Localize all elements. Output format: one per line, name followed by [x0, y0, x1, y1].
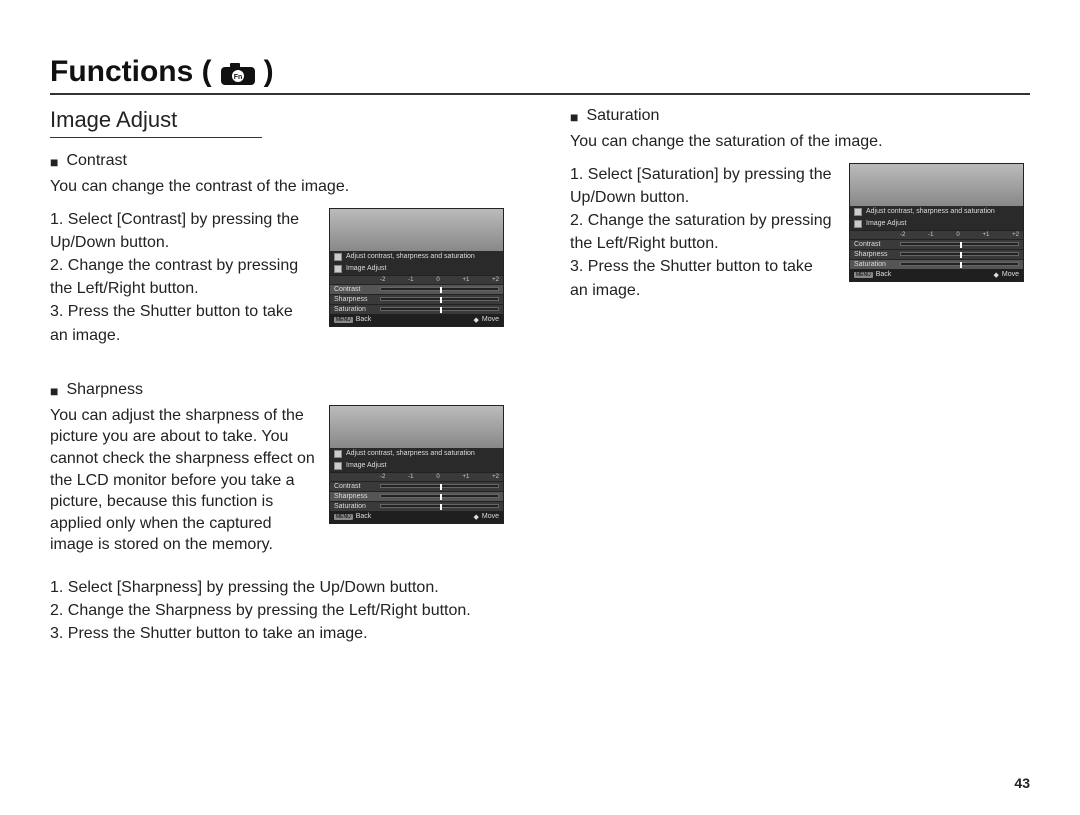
contrast-block: ■ Contrast You can change the contrast o…	[50, 152, 510, 347]
sharpness-screen: Adjust contrast, sharpness and saturatio…	[329, 405, 504, 524]
saturation-step-1: 1. Select [Saturation] by pressing the U…	[570, 163, 835, 209]
menu-icon	[334, 265, 342, 273]
saturation-step-3: 3. Press the Shutter button to take an i…	[570, 255, 835, 301]
square-bullet-icon: ■	[50, 381, 58, 401]
page-title: Functions ( Fn )	[50, 55, 1030, 95]
menu-icon	[334, 462, 342, 470]
saturation-desc: You can change the saturation of the ima…	[570, 131, 1030, 153]
contrast-step-1: 1. Select [Contrast] by pressing the Up/…	[50, 208, 315, 254]
contrast-title: Contrast	[66, 152, 126, 170]
sharpness-step-2: 2. Change the Sharpness by pressing the …	[50, 599, 510, 622]
adjust-icon	[854, 208, 862, 216]
sharpness-desc: You can adjust the sharpness of the pict…	[50, 405, 315, 556]
sharpness-block: ■ Sharpness You can adjust the sharpness…	[50, 381, 510, 646]
sharpness-step-3: 3. Press the Shutter button to take an i…	[50, 622, 510, 645]
contrast-desc: You can change the contrast of the image…	[50, 176, 510, 198]
contrast-step-2: 2. Change the contrast by pressing the L…	[50, 254, 315, 300]
sharpness-step-1: 1. Select [Sharpness] by pressing the Up…	[50, 576, 510, 599]
adjust-icon	[334, 253, 342, 261]
contrast-screen: Adjust contrast, sharpness and saturatio…	[329, 208, 504, 327]
square-bullet-icon: ■	[50, 152, 58, 172]
saturation-title: Saturation	[586, 107, 659, 125]
svg-text:Fn: Fn	[233, 74, 242, 81]
sharpness-steps: 1. Select [Sharpness] by pressing the Up…	[50, 576, 510, 646]
sharpness-title: Sharpness	[66, 381, 143, 399]
square-bullet-icon: ■	[570, 107, 578, 127]
menu-icon	[854, 220, 862, 228]
title-text-close: )	[264, 55, 274, 89]
page-number: 43	[1014, 775, 1030, 791]
contrast-steps: 1. Select [Contrast] by pressing the Up/…	[50, 208, 315, 347]
saturation-step-2: 2. Change the saturation by pressing the…	[570, 209, 835, 255]
subsection-title: Image Adjust	[50, 107, 262, 138]
saturation-block: ■ Saturation You can change the saturati…	[570, 107, 1030, 302]
saturation-steps: 1. Select [Saturation] by pressing the U…	[570, 163, 835, 302]
camera-icon: Fn	[220, 60, 256, 84]
contrast-step-3: 3. Press the Shutter button to take an i…	[50, 300, 315, 346]
saturation-screen: Adjust contrast, sharpness and saturatio…	[849, 163, 1024, 282]
adjust-icon	[334, 450, 342, 458]
left-column: Image Adjust ■ Contrast You can change t…	[50, 107, 510, 679]
title-text-open: Functions (	[50, 55, 212, 89]
right-column: ■ Saturation You can change the saturati…	[570, 107, 1030, 679]
